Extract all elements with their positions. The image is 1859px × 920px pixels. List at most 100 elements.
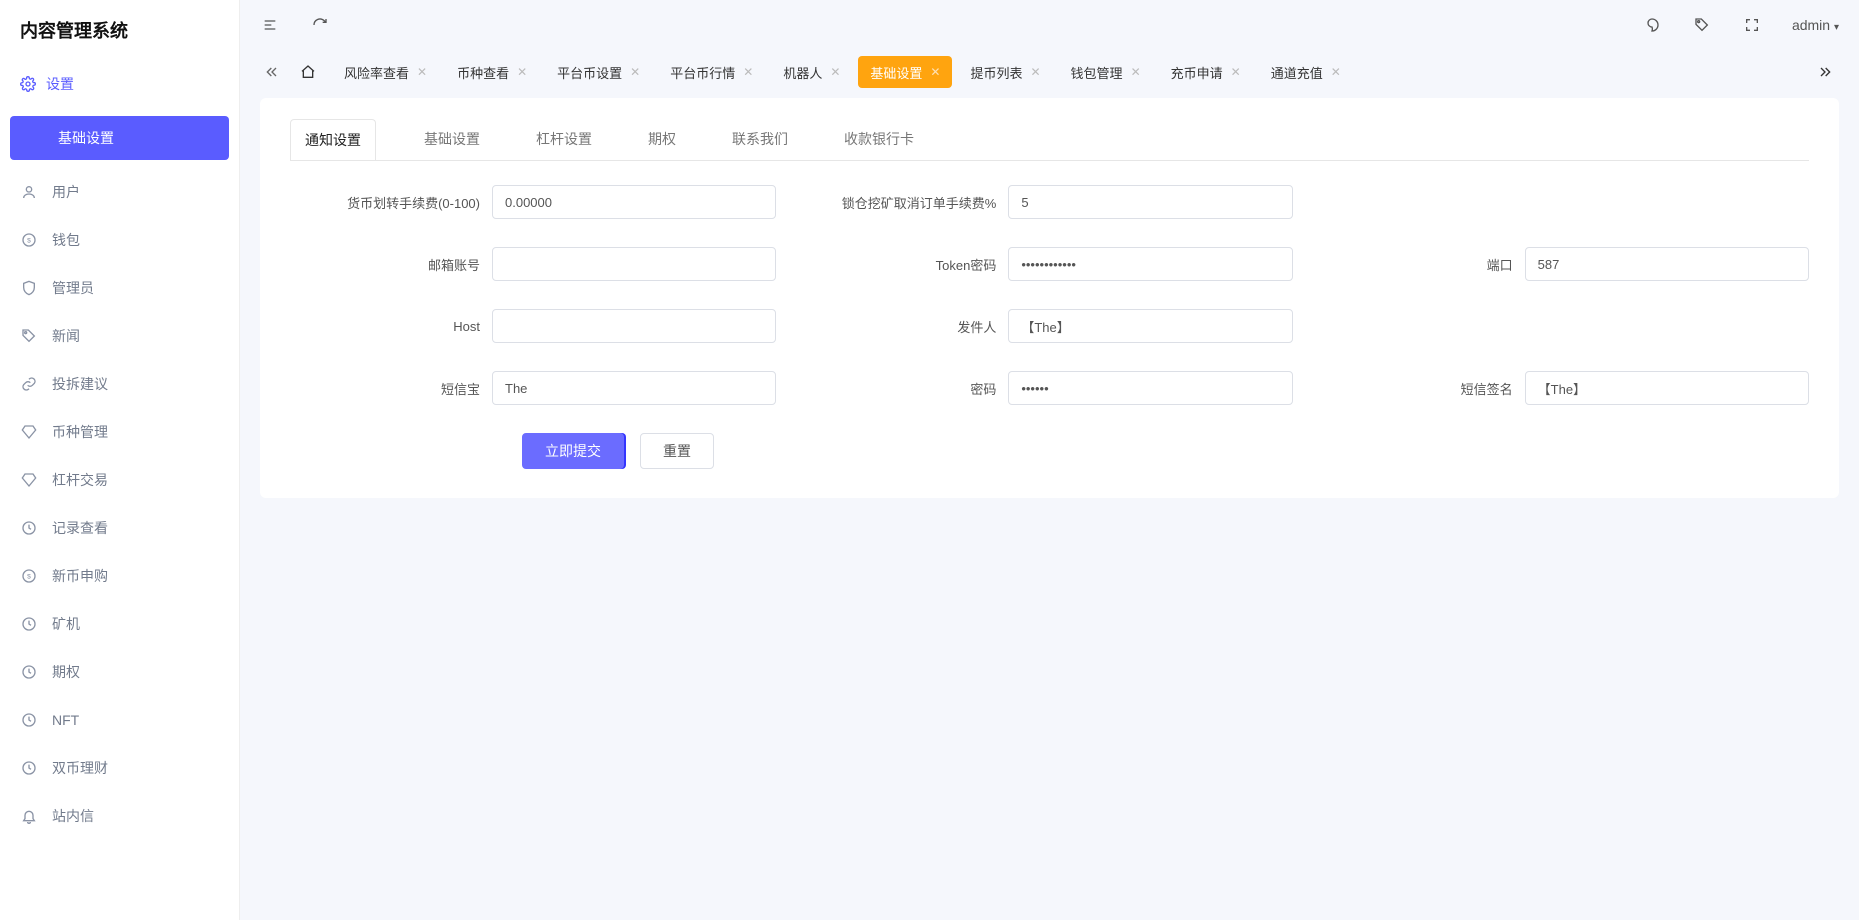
- sidebar-item-basic-settings[interactable]: 基础设置: [10, 116, 229, 160]
- tabs-scroll-left[interactable]: [260, 60, 284, 84]
- tab-item[interactable]: 钱包管理✕: [1059, 56, 1153, 88]
- input-sms-bao[interactable]: [492, 371, 776, 405]
- sidebar-item-user[interactable]: 用户: [0, 168, 239, 216]
- field-transfer-fee: 货币划转手续费(0-100): [290, 185, 776, 219]
- main: admin ▾ 风险率查看✕ 币种查看✕ 平台币设置 ✕ 平台币行情 ✕ 机器人✕ …: [240, 0, 1859, 920]
- close-icon[interactable]: ✕: [1331, 66, 1341, 78]
- sidebar-item-coin-mgmt[interactable]: 币种管理: [0, 408, 239, 456]
- svg-text:$: $: [27, 574, 31, 581]
- sidebar-item-label: 管理员: [52, 278, 94, 298]
- sidebar-item-dualcoin[interactable]: 双币理财: [0, 744, 239, 792]
- tab-label: 平台币设置: [557, 63, 622, 82]
- tab-item-active[interactable]: 基础设置 ✕: [858, 56, 952, 88]
- label-sms-sign: 短信签名: [1323, 379, 1513, 398]
- close-icon[interactable]: ✕: [630, 66, 640, 78]
- tab-item[interactable]: 币种查看✕: [445, 56, 539, 88]
- tab-label: 充币申请: [1171, 63, 1223, 82]
- close-icon[interactable]: ✕: [930, 66, 940, 78]
- settings-form: 货币划转手续费(0-100) 锁仓挖矿取消订单手续费% 邮箱账号: [260, 161, 1839, 469]
- inner-tab-contact[interactable]: 联系我们: [724, 129, 796, 161]
- input-port[interactable]: [1525, 247, 1809, 281]
- sidebar-item-admin[interactable]: 管理员: [0, 264, 239, 312]
- sidebar-root-label: 设置: [46, 74, 74, 94]
- bell-icon: [20, 808, 38, 824]
- diamond-icon: [20, 472, 38, 488]
- submit-button[interactable]: 立即提交: [522, 433, 624, 469]
- diamond-icon: [20, 424, 38, 440]
- inner-tab-bankcard[interactable]: 收款银行卡: [836, 129, 922, 161]
- clock-icon: [20, 616, 38, 632]
- sidebar-item-nft[interactable]: NFT: [0, 696, 239, 744]
- input-host[interactable]: [492, 309, 776, 343]
- sidebar-item-records[interactable]: 记录查看: [0, 504, 239, 552]
- tabs-bar: 风险率查看✕ 币种查看✕ 平台币设置 ✕ 平台币行情 ✕ 机器人✕ 基础设置 ✕ 提币…: [240, 50, 1859, 98]
- sidebar-item-label: 新币申购: [52, 566, 108, 586]
- label-token-pwd: Token密码: [806, 255, 996, 274]
- input-token-pwd[interactable]: [1008, 247, 1292, 281]
- sidebar-item-label: 基础设置: [58, 128, 114, 148]
- close-icon[interactable]: ✕: [517, 66, 527, 78]
- close-icon[interactable]: ✕: [1231, 66, 1241, 78]
- tab-item[interactable]: 机器人✕: [771, 56, 852, 88]
- tab-item[interactable]: 提币列表✕: [958, 56, 1052, 88]
- reset-button[interactable]: 重置: [640, 433, 714, 469]
- sidebar-item-label: 矿机: [52, 614, 80, 634]
- input-password[interactable]: [1008, 371, 1292, 405]
- sidebar-item-feedback[interactable]: 投拆建议: [0, 360, 239, 408]
- input-sender[interactable]: [1008, 309, 1292, 343]
- sidebar-item-news[interactable]: 新闻: [0, 312, 239, 360]
- inner-tab-lever[interactable]: 杠杆设置: [528, 129, 600, 161]
- input-transfer-fee[interactable]: [492, 185, 776, 219]
- inner-tab-basic[interactable]: 基础设置: [416, 129, 488, 161]
- sidebar-item-sitemsg[interactable]: 站内信: [0, 792, 239, 840]
- tab-item[interactable]: 通道充值✕: [1259, 56, 1353, 88]
- close-icon[interactable]: ✕: [830, 66, 840, 78]
- inner-tab-option[interactable]: 期权: [640, 129, 684, 161]
- tab-home[interactable]: [290, 56, 326, 88]
- close-icon[interactable]: ✕: [1131, 66, 1141, 78]
- sidebar-root-settings[interactable]: 设置: [0, 60, 229, 108]
- sidebar-item-new-coin[interactable]: $ 新币申购: [0, 552, 239, 600]
- tabs-more[interactable]: [1811, 58, 1839, 86]
- collapse-icon[interactable]: [260, 15, 280, 35]
- refresh-icon[interactable]: [310, 15, 330, 35]
- field-token-pwd: Token密码: [806, 247, 1292, 281]
- tab-item[interactable]: 风险率查看✕: [332, 56, 439, 88]
- close-icon[interactable]: ✕: [1030, 66, 1040, 78]
- label-email-account: 邮箱账号: [290, 255, 480, 274]
- tab-label: 基础设置: [870, 63, 922, 82]
- input-sms-sign[interactable]: [1525, 371, 1809, 405]
- tab-label: 平台币行情: [670, 63, 735, 82]
- link-icon: [20, 376, 38, 392]
- label-sender: 发件人: [806, 317, 996, 336]
- user-icon: [20, 184, 38, 200]
- inner-tab-notify[interactable]: 通知设置: [290, 119, 376, 161]
- sidebar-item-option[interactable]: 期权: [0, 648, 239, 696]
- close-icon[interactable]: ✕: [417, 66, 427, 78]
- topbar: admin ▾: [240, 0, 1859, 50]
- tab-item[interactable]: 平台币设置 ✕: [545, 56, 652, 88]
- app-title: 内容管理系统: [0, 0, 239, 60]
- tab-item[interactable]: 充币申请 ✕: [1159, 56, 1253, 88]
- sidebar: 内容管理系统 设置 基础设置 用户 $ 钱包 管理员 新闻: [0, 0, 240, 920]
- form-actions: 立即提交 重置: [290, 433, 1809, 469]
- sidebar-item-wallet[interactable]: $ 钱包: [0, 216, 239, 264]
- fullscreen-icon[interactable]: [1742, 15, 1762, 35]
- label-sms-bao: 短信宝: [290, 379, 480, 398]
- clock-icon: [20, 520, 38, 536]
- sidebar-item-leverage[interactable]: 杠杆交易: [0, 456, 239, 504]
- clock-icon: [20, 664, 38, 680]
- sidebar-item-miner[interactable]: 矿机: [0, 600, 239, 648]
- close-icon[interactable]: ✕: [743, 66, 753, 78]
- input-email-account[interactable]: [492, 247, 776, 281]
- input-mining-cancel-fee[interactable]: [1008, 185, 1292, 219]
- tab-item[interactable]: 平台币行情 ✕: [658, 56, 765, 88]
- clock-icon: [20, 760, 38, 776]
- field-host: Host: [290, 309, 776, 343]
- user-menu[interactable]: admin ▾: [1792, 17, 1839, 33]
- sidebar-item-label: 钱包: [52, 230, 80, 250]
- theme-icon[interactable]: [1642, 15, 1662, 35]
- tag-icon[interactable]: [1692, 15, 1712, 35]
- user-name-label: admin: [1792, 17, 1830, 33]
- sidebar-item-label: 记录查看: [52, 518, 108, 538]
